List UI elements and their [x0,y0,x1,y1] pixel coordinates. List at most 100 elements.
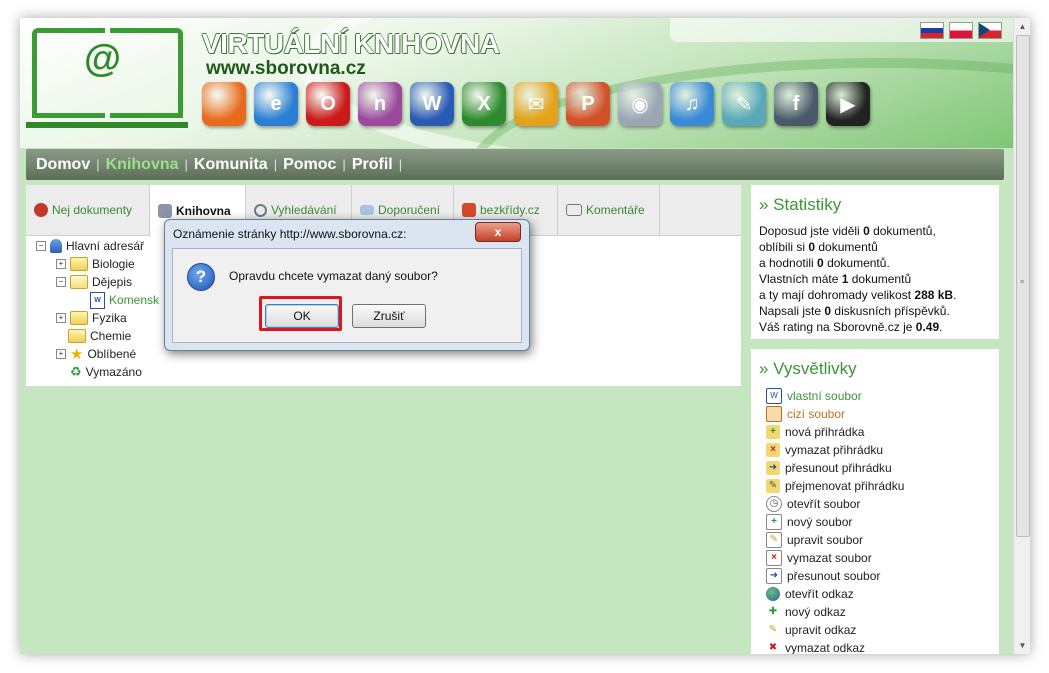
site-title: VIRTUÁLNÍ KNIHOVNA [202,28,500,59]
collapse-icon[interactable]: − [36,241,46,251]
stat-line: Napsali jste 0 diskusních příspěvků. [759,304,950,318]
folder-icon [70,311,88,325]
tree-label: Dějepis [92,275,133,289]
itunes-icon: ♫ [670,82,714,126]
legend-list: Wvlastní soubor cizí soubor + nová přihrá… [766,387,999,654]
tab-label: Knihovna [176,203,231,218]
avi-video-icon: ▶ [826,82,870,126]
tree-item-fyzika[interactable]: + Fyzika [56,309,127,327]
site-header: @ VIRTUÁLNÍ KNIHOVNA www.sborovna.cz e O… [20,18,1013,148]
delete-link-icon: ✖ [768,642,778,653]
list-item: + nový soubor [766,513,999,531]
stat-line: oblíbili si 0 dokumentů [759,240,878,254]
scroll-down-icon[interactable]: ▼ [1014,637,1030,654]
tab-label: bezkřídy.cz [480,203,540,217]
menu-separator: | [342,157,346,172]
list-item: ➜ přesunout soubor [766,567,999,585]
list-item: otevřít odkaz [766,585,999,603]
tree-root[interactable]: − Hlavní adresář [36,237,144,255]
edit-file-icon: ✎ [766,532,782,548]
scroll-up-icon[interactable]: ▲ [1014,18,1030,35]
firefox-icon [202,82,246,126]
list-item: + nová přihrádka [766,423,999,441]
tree-item-biologie[interactable]: + Biologie [56,255,135,273]
tree-item-chemie[interactable]: Chemie [68,327,131,345]
tab-nej-dokumenty[interactable]: Nej dokumenty [26,185,150,235]
collapse-icon[interactable]: − [56,277,66,287]
library-icon [158,203,172,218]
polish-flag-icon[interactable] [949,22,973,39]
tree-label: Oblíbené [87,347,137,361]
menu-item-profil[interactable]: Profil [352,156,393,174]
delete-file-icon: × [766,550,782,566]
internet-explorer-icon: e [254,82,298,126]
menu-separator: | [184,157,188,172]
new-file-icon: + [766,514,782,530]
tree-item-dejepis[interactable]: − Dějepis [56,273,132,291]
tab-label: Komentáře [586,203,645,217]
expand-icon[interactable]: + [56,313,66,323]
folder-icon [70,257,88,271]
list-item: × vymazat soubor [766,549,999,567]
scrollbar-thumb[interactable]: ≡ [1016,35,1030,537]
tab-label: Vyhledávání [271,203,337,217]
statistics-box: » Statistiky Doposud jste viděli 0 dokum… [751,185,999,339]
tab-label: Doporučení [378,203,441,217]
list-item: Wvlastní soubor [766,387,999,405]
powerpoint-icon: P [566,82,610,126]
stat-line: Vlastních máte 1 dokumentů [759,272,912,286]
tree-label: Hlavní adresář [66,239,145,253]
expand-icon[interactable]: + [56,349,66,359]
site-url: www.sborovna.cz [206,58,366,79]
folder-icon [68,329,86,343]
star-icon: ★ [70,346,84,363]
new-folder-icon: + [766,425,780,439]
new-link-icon: ✚ [768,606,778,617]
main-menu: Domov | Knihovna | Komunita | Pomoc | Pr… [26,149,1004,180]
excel-icon: X [462,82,506,126]
list-item: ✚ nový odkaz [766,603,999,621]
menu-separator: | [96,157,100,172]
czech-flag-icon[interactable] [978,22,1002,39]
tree-item-vymazano[interactable]: ♻ Vymazáno [70,363,142,381]
cd-icon: ◉ [618,82,662,126]
user-folder-icon [50,239,62,253]
open-folder-icon [70,275,88,289]
menu-item-komunita[interactable]: Komunita [194,156,268,174]
legend-title: » Vysvětlivky [759,359,857,378]
language-flags [920,22,1002,39]
stat-line: a ty mají dohromady velikost 288 kB. [759,288,957,302]
vertical-scrollbar[interactable]: ▲ ≡ ▼ [1013,18,1030,654]
book-logo-icon: @ [26,26,188,130]
tree-item-oblibene[interactable]: + ★ Oblíbené [56,345,136,363]
grip-icon: ≡ [1020,279,1025,286]
slovak-flag-icon[interactable] [920,22,944,39]
expand-icon[interactable]: + [56,259,66,269]
delete-folder-icon: × [766,443,780,457]
statistics-body: Doposud jste viděli 0 dokumentů, oblíbil… [751,215,999,335]
foreign-document-icon [766,406,782,422]
move-folder-icon: ➜ [766,461,780,475]
list-item: ◷ otevřít soubor [766,495,999,513]
dialog-titlebar[interactable]: Oznámenie stránky http://www.sborovna.cz… [165,220,529,246]
recycle-bin-icon: ♻ [70,364,82,379]
menu-separator: | [273,157,278,172]
open-file-icon: ◷ [766,496,782,512]
edit-link-icon: ✎ [768,624,778,635]
menu-item-knihovna[interactable]: Knihovna [106,156,179,174]
menu-item-domov[interactable]: Domov [36,156,90,174]
close-button[interactable]: x [475,222,521,242]
list-item: cizí soubor [766,405,999,423]
cancel-button[interactable]: Zrušiť [352,304,426,328]
tree-label: Fyzika [92,311,127,325]
list-item: ➜ přesunout přihrádku [766,459,999,477]
list-item: ✖ vymazat odkaz [766,639,999,654]
menu-item-pomoc[interactable]: Pomoc [283,156,336,174]
award-icon [34,203,48,217]
tab-komentare[interactable]: Komentáře [558,185,660,235]
tree-item-komensky[interactable]: W Komensk [90,291,159,309]
rename-folder-icon: ✎ [766,479,780,493]
list-item: × vymazat přihrádku [766,441,999,459]
flash-icon: f [774,82,818,126]
outlook-icon: ✉ [514,82,558,126]
